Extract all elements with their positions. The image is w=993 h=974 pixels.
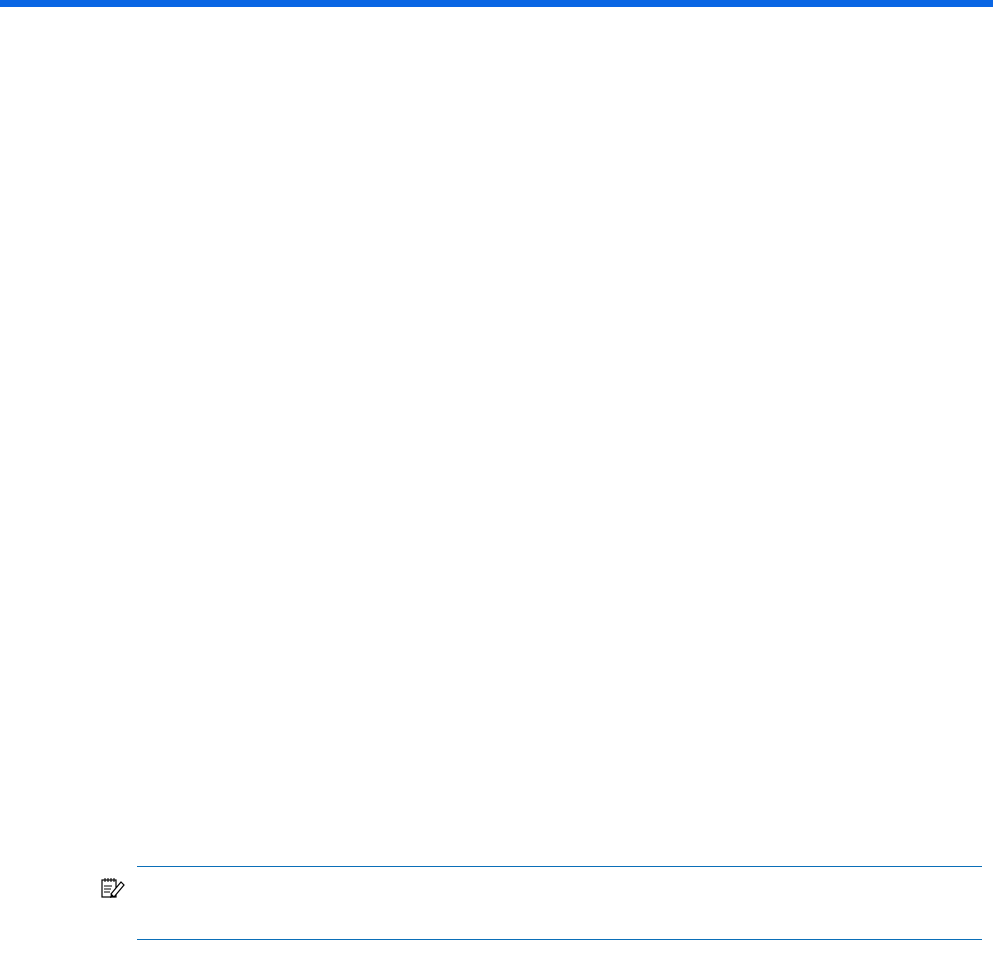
note-callout — [100, 866, 993, 940]
note-bottom-rule — [137, 939, 982, 940]
header-color-bar — [0, 0, 993, 7]
note-pencil-icon — [100, 876, 126, 902]
page-body-blank — [0, 7, 993, 867]
note-top-rule — [137, 866, 982, 867]
